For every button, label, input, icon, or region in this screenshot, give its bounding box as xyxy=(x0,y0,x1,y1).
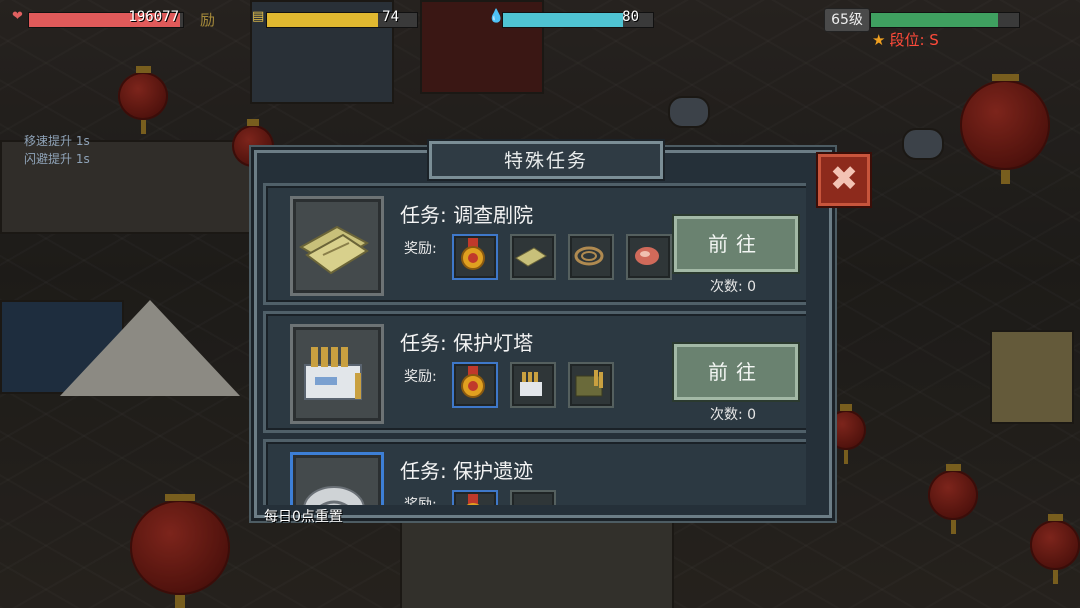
reward-label: 奖励: xyxy=(404,369,437,385)
attempt-count: 次数: 0 xyxy=(710,279,757,295)
hp-bar: 196077 xyxy=(28,9,184,28)
mission-thumbnail xyxy=(290,196,384,296)
reward-label: 奖励: xyxy=(404,241,437,257)
ammo-box-icon[interactable] xyxy=(510,362,556,408)
rope-icon[interactable] xyxy=(568,234,614,280)
map-scroll-icon xyxy=(299,225,370,275)
exp-bar xyxy=(870,12,1020,28)
buff-list: 移速提升 1s 闪避提升 1s xyxy=(24,132,90,168)
buff-glyph: 励 xyxy=(200,11,216,29)
go-button[interactable]: 前往 xyxy=(674,344,798,400)
mission-thumbnail xyxy=(290,324,384,424)
mission-name: 任务: 调查剧院 xyxy=(400,203,534,227)
water-value: 80 xyxy=(622,9,639,25)
food-bar: 74 xyxy=(266,9,418,28)
food-fill xyxy=(267,13,378,27)
map-scroll-icon[interactable] xyxy=(510,234,556,280)
special-missions-dialog: 特殊任务 任务: 调查剧院 奖励: 前往 次数: 0 任务: 保护灯塔 奖励: … xyxy=(254,141,832,518)
ammo-crate-icon[interactable] xyxy=(568,362,614,408)
heart-icon: ❤ xyxy=(12,9,23,24)
mission-card: 任务: 调查剧院 奖励: 前往 次数: 0 xyxy=(263,183,806,305)
mission-list[interactable]: 任务: 调查剧院 奖励: 前往 次数: 0 任务: 保护灯塔 奖励: 前往 次数… xyxy=(263,183,806,505)
exp-fill xyxy=(871,13,999,27)
buff-item: 移速提升 1s xyxy=(24,134,90,148)
mission-thumbnail xyxy=(290,452,384,505)
close-icon[interactable]: ✖ xyxy=(818,154,870,206)
ammo-box-icon xyxy=(304,347,362,400)
buff-item: 闪避提升 1s xyxy=(24,152,90,166)
mission-card: 任务: 保护灯塔 奖励: 前往 次数: 0 xyxy=(263,311,806,433)
hp-value: 196077 xyxy=(128,9,179,25)
reward-label: 奖励: xyxy=(404,497,437,505)
dialog-title: 特殊任务 xyxy=(503,150,588,172)
medal-icon[interactable] xyxy=(452,234,498,280)
water-fill xyxy=(503,13,623,27)
food-can-icon: ▤ xyxy=(252,9,265,24)
title-tab: 特殊任务 xyxy=(429,141,663,179)
rank-label: 段位: S xyxy=(889,31,939,49)
level-badge: 65级 xyxy=(824,8,870,32)
relic-stone-icon xyxy=(303,486,365,505)
star-icon: ★ xyxy=(872,31,886,49)
medal-icon[interactable] xyxy=(452,362,498,408)
mission-name: 任务: 保护灯塔 xyxy=(400,331,534,355)
map-scroll-icon[interactable] xyxy=(510,490,556,505)
daily-reset-note: 每日0点重置 xyxy=(264,509,343,525)
rank-display: ★ 段位: S xyxy=(872,29,939,50)
medal-icon[interactable] xyxy=(452,490,498,505)
meat-icon[interactable] xyxy=(626,234,672,280)
mission-name: 任务: 保护遗迹 xyxy=(400,459,534,483)
water-bar: 80 xyxy=(502,9,654,28)
attempt-count: 次数: 0 xyxy=(710,407,757,423)
go-button[interactable]: 前往 xyxy=(674,216,798,272)
mission-card: 任务: 保护遗迹 奖励: xyxy=(263,439,806,505)
food-value: 74 xyxy=(382,9,399,25)
